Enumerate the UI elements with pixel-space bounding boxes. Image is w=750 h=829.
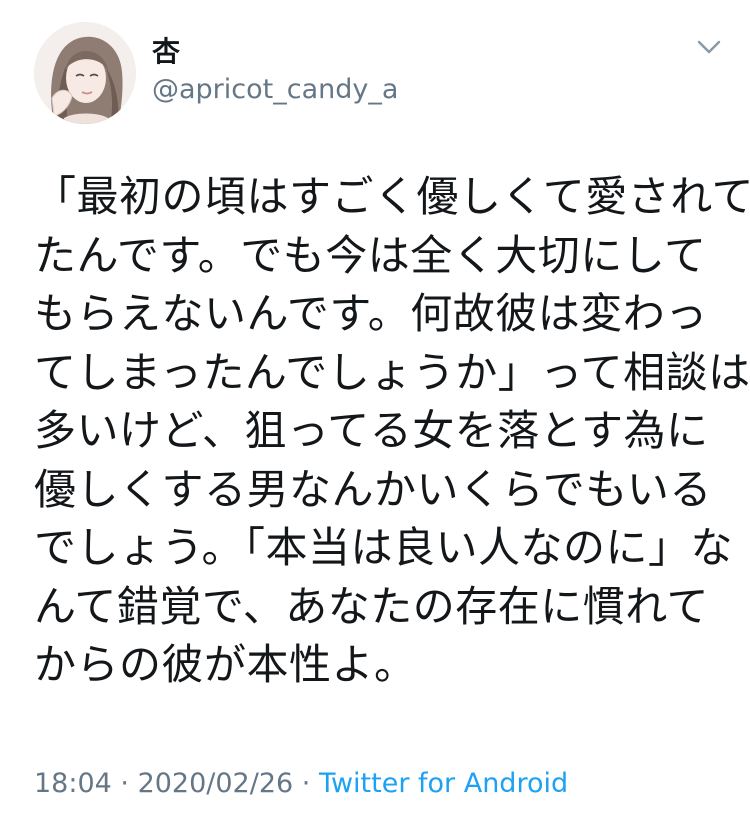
tweet-card: 杏 @apricot_candy_a 「最初の頃はすごく優しくて愛されて たんで… [0, 0, 750, 829]
tweet-text-line: もらえないんです。何故彼は変わっ [34, 289, 708, 338]
display-name[interactable]: 杏 [152, 36, 180, 68]
tweet-text-line: でしょう。「本当は良い人なのに」な [34, 523, 733, 572]
tweet-text-line: 多いけど、狙ってる女を落とす為に [34, 406, 709, 455]
tweet-text: 「最初の頃はすごく優しくて愛されて たんです。でも今は全く大切にして もらえない… [34, 168, 750, 695]
tweet-date[interactable]: 2020/02/26 [138, 768, 294, 799]
meta-separator: · [111, 768, 138, 799]
tweet-text-line: んて錯覚で、あなたの存在に慣れて [34, 581, 709, 631]
meta-separator: · [293, 768, 319, 799]
tweet-source-link[interactable]: Twitter for Android [319, 768, 568, 799]
tweet-text-line: 「最初の頃はすごく優しくて愛されて [34, 172, 750, 221]
tweet-text-line: たんです。でも今は全く大切にして [34, 230, 707, 280]
tweet-text-line: 優しくする男なんかいくらでもいる [34, 464, 712, 514]
tweet-text-line: からの彼が本性よ。 [34, 640, 417, 689]
chevron-down-icon[interactable] [694, 36, 724, 60]
user-handle[interactable]: @apricot_candy_a [152, 74, 398, 106]
tweet-text-line: てしまったんでしょうか」って相談は [34, 347, 750, 397]
avatar-illustration [34, 22, 136, 124]
tweet-time[interactable]: 18:04 [34, 768, 112, 799]
tweet-metadata: 18:04 · 2020/02/26 · Twitter for Android [34, 766, 568, 802]
avatar[interactable] [34, 22, 136, 124]
